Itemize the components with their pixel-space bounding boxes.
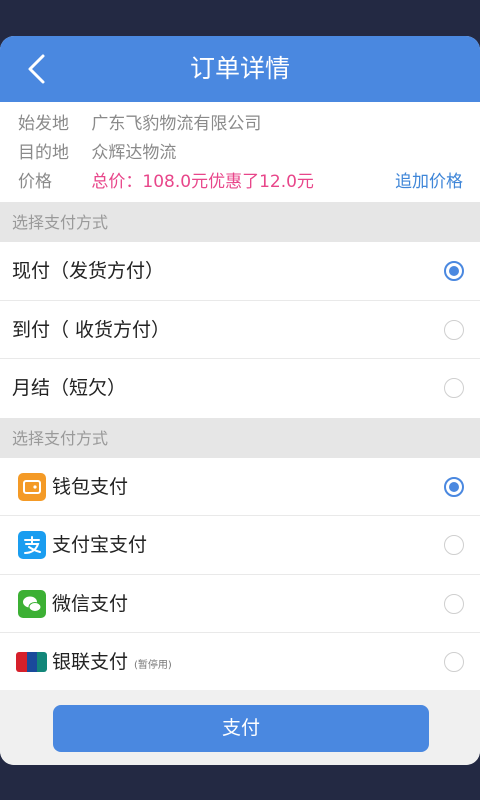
payment-method-section-label: 选择支付方式 <box>0 417 480 458</box>
suspended-note: (暂停用) <box>134 660 172 671</box>
radio-button-selected[interactable] <box>444 261 464 281</box>
destination-row: 目的地 众辉达物流 <box>0 139 480 168</box>
origin-label: 始发地 <box>18 114 69 134</box>
option-label: 现付（发货方付） <box>12 260 165 282</box>
footer-bar: 支付 <box>0 690 480 765</box>
order-info: 始发地 广东飞豹物流有限公司 目的地 众辉达物流 价格 总价：108.0元优惠了… <box>0 102 480 202</box>
payment-method-wechat[interactable]: 微信支付 <box>0 575 480 633</box>
radio-button[interactable] <box>444 535 464 555</box>
radio-button[interactable] <box>444 378 464 398</box>
option-label: 到付（ 收货方付） <box>12 318 171 341</box>
price-row: 价格 总价：108.0元优惠了12.0元 追加价格 <box>0 168 480 197</box>
payment-method-list: 钱包支付 支付宝支付 微信支付 银联支付 (暂停用) <box>0 457 480 692</box>
payment-term-option-collect[interactable]: 到付（ 收货方付） <box>0 301 480 359</box>
unionpay-icon <box>16 652 47 672</box>
payment-term-section-label: 选择支付方式 <box>0 202 480 242</box>
payment-method-wallet[interactable]: 钱包支付 <box>0 458 480 516</box>
option-label: 银联支付 (暂停用) <box>52 633 172 695</box>
page-title: 订单详情 <box>189 54 290 83</box>
radio-button[interactable] <box>444 319 464 340</box>
radio-button[interactable] <box>444 593 464 614</box>
radio-button[interactable] <box>444 652 464 672</box>
option-label: 微信支付 <box>52 592 129 615</box>
radio-button-selected[interactable] <box>444 476 464 497</box>
add-price-link[interactable]: 追加价格 <box>395 168 463 197</box>
header-bar: 订单详情 <box>0 36 480 102</box>
destination-value: 众辉达物流 <box>91 143 177 163</box>
pay-button[interactable]: 支付 <box>53 705 429 752</box>
option-label: 支付宝支付 <box>52 534 148 556</box>
origin-row: 始发地 广东飞豹物流有限公司 <box>0 110 480 139</box>
wallet-icon <box>18 472 46 501</box>
payment-term-option-prepaid[interactable]: 现付（发货方付） <box>0 242 480 301</box>
unionpay-label: 银联支付 <box>52 651 129 673</box>
order-detail-panel: 订单详情 始发地 广东飞豹物流有限公司 目的地 众辉达物流 价格 总价：108.… <box>0 36 480 765</box>
payment-term-option-monthly[interactable]: 月结（短欠） <box>0 359 480 418</box>
destination-label: 目的地 <box>18 143 69 163</box>
payment-term-list: 现付（发货方付） 到付（ 收货方付） 月结（短欠） <box>0 242 480 418</box>
option-label: 月结（短欠） <box>12 377 127 399</box>
price-value: 总价：108.0元优惠了12.0元 <box>91 172 314 192</box>
origin-value: 广东飞豹物流有限公司 <box>91 114 262 134</box>
payment-method-unionpay[interactable]: 银联支付 (暂停用) <box>0 633 480 692</box>
alipay-icon <box>18 531 46 559</box>
option-label: 钱包支付 <box>52 475 129 498</box>
wechat-icon <box>18 589 46 618</box>
price-label: 价格 <box>18 172 52 192</box>
payment-method-alipay[interactable]: 支付宝支付 <box>0 516 480 575</box>
